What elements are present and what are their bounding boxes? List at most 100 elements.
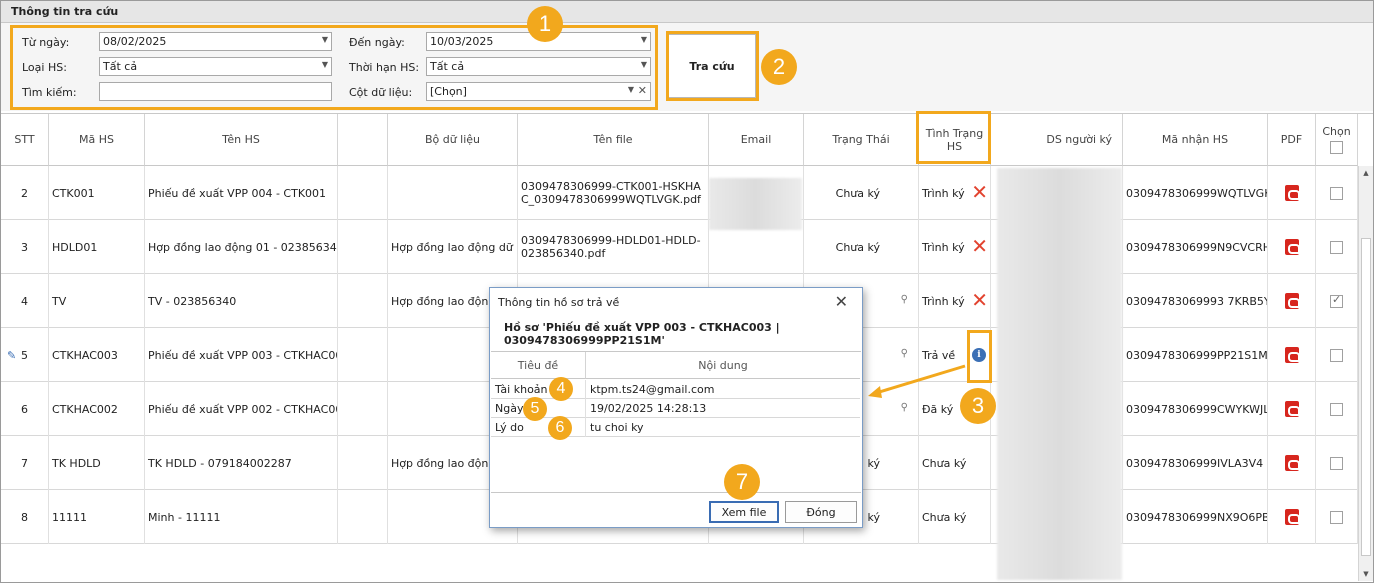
callout-6: 6 xyxy=(548,416,572,440)
col-header-trang-thai[interactable]: Trạng Thái xyxy=(804,114,919,166)
cell-tinhtrang: Trình ký ✕ xyxy=(919,274,991,328)
section-title: Thông tin tra cứu xyxy=(1,1,1373,23)
pdf-icon[interactable] xyxy=(1284,401,1300,417)
cell-bo: Hợp đồng lao động dữ li... xyxy=(388,220,518,274)
cell-ma: TK HDLD xyxy=(49,436,145,490)
cell-text: CTK001 xyxy=(52,186,95,200)
col-header-ten-file[interactable]: Tên file xyxy=(518,114,709,166)
cell-tinhtrang: Trình ký ✕ xyxy=(919,220,991,274)
cell-pdf xyxy=(1268,166,1316,220)
cell-tinhtrang: Chưa ký xyxy=(919,436,991,490)
row-checkbox[interactable] xyxy=(1330,186,1343,200)
dialog-col-title: Tiêu đề xyxy=(491,352,586,379)
row-number: 2 xyxy=(21,186,28,200)
scroll-thumb[interactable] xyxy=(1361,238,1371,556)
pdf-icon[interactable] xyxy=(1284,293,1300,309)
pdf-icon[interactable] xyxy=(1284,347,1300,363)
row-number: 4 xyxy=(21,294,28,308)
col-header-pdf[interactable]: PDF xyxy=(1268,114,1316,166)
cell-trangthai: Chưa ký xyxy=(804,166,919,220)
reject-icon[interactable]: ✕ xyxy=(971,290,988,310)
dialog-heading: Hồ sơ 'Phiếu đề xuất VPP 003 - CTKHAC003… xyxy=(504,321,780,347)
row-checkbox[interactable] xyxy=(1330,456,1343,470)
edit-pencil-icon: ✎ xyxy=(7,348,17,362)
col-header-blank[interactable] xyxy=(338,114,388,166)
row-checkbox[interactable] xyxy=(1330,402,1343,416)
cell-tinhtrang: Trình ký ✕ xyxy=(919,166,991,220)
cell-ten: Phiếu đề xuất VPP 004 - CTK001 xyxy=(145,166,338,220)
cell-text: Minh - 11111 xyxy=(148,510,221,524)
col-header-email[interactable]: Email xyxy=(709,114,804,166)
search-icon[interactable]: ⚲ xyxy=(901,294,908,305)
row-number: 3 xyxy=(21,240,28,254)
view-file-button[interactable]: Xem file xyxy=(709,501,779,523)
cell-text: 0309478306999IVLA3V4 xyxy=(1126,456,1264,470)
cell-ten: TK HDLD - 079184002287 xyxy=(145,436,338,490)
signers-redacted xyxy=(997,168,1122,580)
pdf-icon[interactable] xyxy=(1284,509,1300,525)
highlight-search xyxy=(666,31,759,101)
cell-manhan: 0309478306999IVLA3V4 xyxy=(1123,436,1268,490)
close-icon[interactable]: ✕ xyxy=(835,292,848,311)
row-checkbox[interactable] xyxy=(1330,510,1343,524)
cell-blank xyxy=(338,490,388,544)
col-header-stt[interactable]: STT xyxy=(1,114,49,166)
select-all-checkbox[interactable] xyxy=(1330,141,1343,154)
cell-stt: 4 xyxy=(1,274,49,328)
dialog-row[interactable]: Lý do tu choi ky xyxy=(491,418,860,437)
row-checkbox[interactable] xyxy=(1330,240,1343,254)
search-icon[interactable]: ⚲ xyxy=(901,348,908,359)
scroll-down-icon[interactable]: ▼ xyxy=(1360,568,1372,580)
pdf-icon[interactable] xyxy=(1284,185,1300,201)
scroll-up-icon[interactable]: ▲ xyxy=(1360,167,1372,179)
row-number: 6 xyxy=(21,402,28,416)
row-checkbox[interactable]: ✓ xyxy=(1330,293,1343,308)
row-number: 5 xyxy=(21,348,28,362)
cell-manhan: 0309478306999NX9O6PB xyxy=(1123,490,1268,544)
cell-stt: 3 xyxy=(1,220,49,274)
cell-ma: CTKHAC002 xyxy=(49,382,145,436)
cell-ten: Phiếu đề xuất VPP 003 - CTKHAC003 xyxy=(145,328,338,382)
col-header-ds-nguoi-ky[interactable]: DS người ký xyxy=(991,114,1123,166)
highlight-status-header xyxy=(916,111,991,164)
reject-icon[interactable]: ✕ xyxy=(971,236,988,256)
table-row[interactable]: 3 HDLD01 Hợp đồng lao động 01 - 023856340 H… xyxy=(1,220,1358,274)
cell-bo xyxy=(388,166,518,220)
cell-chon xyxy=(1316,382,1358,436)
doc-status: Trình ký xyxy=(922,186,965,200)
pdf-icon[interactable] xyxy=(1284,239,1300,255)
reject-icon[interactable]: ✕ xyxy=(971,182,988,202)
cell-pdf xyxy=(1268,274,1316,328)
cell-blank xyxy=(338,166,388,220)
cell-ma: CTKHAC003 xyxy=(49,328,145,382)
cell-chon: ✓ xyxy=(1316,274,1358,328)
cell-text: TV xyxy=(52,294,67,308)
highlight-filters xyxy=(10,25,658,110)
pdf-icon[interactable] xyxy=(1284,455,1300,471)
doc-status: Chưa ký xyxy=(922,456,967,470)
vertical-scrollbar[interactable]: ▲ ▼ xyxy=(1358,166,1373,581)
dialog-row[interactable]: Tài khoản ktpm.ts24@gmail.com xyxy=(491,380,860,399)
cell-pdf xyxy=(1268,436,1316,490)
cell-stt: 2 xyxy=(1,166,49,220)
cell-text: CTKHAC003 xyxy=(52,348,118,362)
col-header-chon[interactable]: Chọn xyxy=(1316,114,1358,166)
dialog-row-value: 19/02/2025 14:28:13 xyxy=(590,402,707,415)
table-row[interactable]: 2 CTK001 Phiếu đề xuất VPP 004 - CTK001 030… xyxy=(1,166,1358,220)
cell-pdf xyxy=(1268,328,1316,382)
col-header-ten-hs[interactable]: Tên HS xyxy=(145,114,338,166)
cell-blank xyxy=(338,220,388,274)
cell-ten: Hợp đồng lao động 01 - 023856340 xyxy=(145,220,338,274)
row-number: 8 xyxy=(21,510,28,524)
callout-1: 1 xyxy=(527,6,563,42)
close-button[interactable]: Đóng xyxy=(785,501,857,523)
col-header-ma-hs[interactable]: Mã HS xyxy=(49,114,145,166)
col-header-ma-nhan[interactable]: Mã nhận HS xyxy=(1123,114,1268,166)
cell-text: TK HDLD xyxy=(52,456,101,470)
cell-stt: ✎ 5 xyxy=(1,328,49,382)
row-checkbox[interactable] xyxy=(1330,348,1343,362)
cell-blank xyxy=(338,382,388,436)
dialog-detail-grid: Tiêu đề Nội dung Tài khoản ktpm.ts24@gmai… xyxy=(491,351,861,493)
cell-ma: 11111 xyxy=(49,490,145,544)
col-header-bo-du-lieu[interactable]: Bộ dữ liệu xyxy=(388,114,518,166)
